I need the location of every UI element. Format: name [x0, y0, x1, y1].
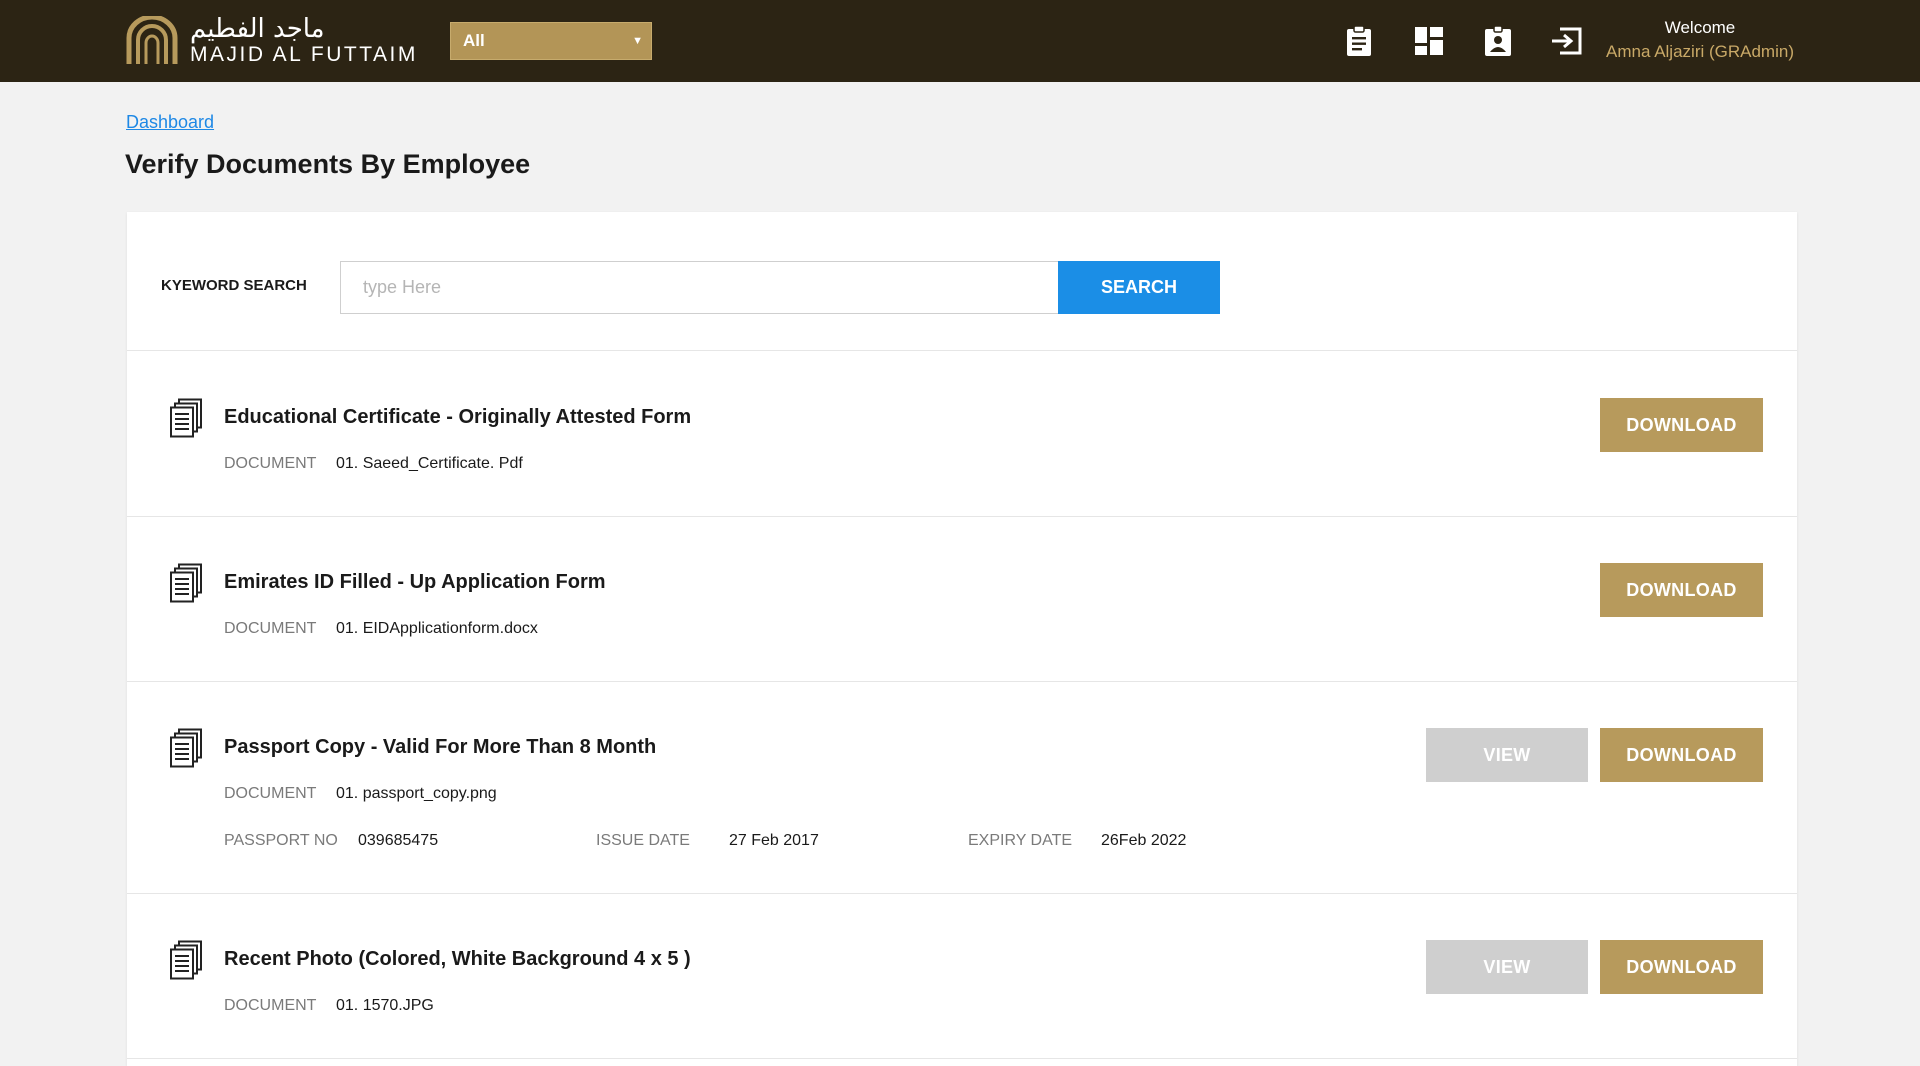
document-row: Educational Certificate - Originally Att…: [127, 352, 1797, 517]
document-file-name[interactable]: 01. 1570.JPG: [336, 997, 434, 1015]
document-title: Passport Copy - Valid For More Than 8 Mo…: [224, 736, 657, 758]
document-stack-icon: [169, 940, 203, 980]
document-row: Passport Copy - Valid For More Than 8 Mo…: [127, 682, 1797, 894]
search-button[interactable]: SEARCH: [1058, 261, 1220, 314]
document-stack-icon: [169, 398, 203, 438]
top-header: ماجد الفطيم MAJID AL FUTTAIM All ▼ Welco…: [0, 0, 1920, 82]
page-title: Verify Documents By Employee: [125, 149, 531, 179]
download-button[interactable]: DOWNLOAD: [1600, 728, 1763, 782]
view-button[interactable]: VIEW: [1426, 728, 1588, 782]
logo-arabic-text: ماجد الفطيم: [190, 14, 325, 44]
view-button[interactable]: VIEW: [1426, 940, 1588, 994]
documents-card: KYEWORD SEARCH SEARCH Educational Certif…: [127, 212, 1797, 1066]
company-logo[interactable]: ماجد الفطيم MAJID AL FUTTAIM: [126, 10, 418, 72]
document-row: Emirates ID Filled - Up Application Form…: [127, 517, 1797, 682]
expiry-date-label: EXPIRY DATE: [968, 832, 1073, 849]
download-button[interactable]: DOWNLOAD: [1600, 398, 1763, 452]
search-label: KYEWORD SEARCH: [161, 277, 307, 294]
download-button[interactable]: DOWNLOAD: [1600, 563, 1763, 617]
keyword-search-bar: KYEWORD SEARCH SEARCH: [127, 212, 1797, 351]
document-label: DOCUMENT: [224, 785, 317, 802]
document-label: DOCUMENT: [224, 455, 317, 472]
document-stack-icon: [169, 728, 203, 768]
document-file-name[interactable]: 01. Saeed_Certificate. Pdf: [336, 455, 523, 473]
id-badge-icon[interactable]: [1481, 24, 1515, 58]
clipboard-icon[interactable]: [1342, 24, 1376, 58]
passport-no-label: PASSPORT NO: [224, 832, 338, 849]
document-file-name[interactable]: 01. passport_copy.png: [336, 785, 497, 803]
user-name: Amna Aljaziri (GRAdmin): [1606, 42, 1794, 61]
search-input[interactable]: [340, 261, 1060, 314]
expiry-date-value: 26Feb 2022: [1101, 832, 1187, 849]
document-file-name[interactable]: 01. EIDApplicationform.docx: [336, 620, 538, 638]
logo-english-text: MAJID AL FUTTAIM: [190, 43, 418, 66]
welcome-label: Welcome: [1664, 18, 1736, 37]
document-title: Recent Photo (Colored, White Background …: [224, 948, 691, 970]
passport-no-value: 039685475: [358, 832, 439, 849]
sign-out-icon[interactable]: [1550, 24, 1584, 58]
document-label: DOCUMENT: [224, 620, 317, 637]
issue-date-value: 27 Feb 2017: [729, 832, 819, 849]
breadcrumb-dashboard-link[interactable]: Dashboard: [126, 112, 214, 133]
chevron-down-icon: ▼: [632, 35, 643, 47]
document-row: Recent Photo (Colored, White Background …: [127, 894, 1797, 1059]
document-title: Emirates ID Filled - Up Application Form: [224, 571, 606, 593]
scope-dropdown[interactable]: All ▼: [450, 22, 652, 60]
user-welcome[interactable]: Welcome Amna Aljaziri (GRAdmin): [1590, 16, 1810, 64]
document-title: Educational Certificate - Originally Att…: [224, 406, 692, 428]
scope-dropdown-value: All: [463, 31, 485, 50]
download-button[interactable]: DOWNLOAD: [1600, 940, 1763, 994]
issue-date-label: ISSUE DATE: [596, 832, 690, 849]
document-label: DOCUMENT: [224, 997, 317, 1014]
logo-arch-icon: [126, 14, 178, 66]
dashboard-grid-icon[interactable]: [1412, 24, 1446, 58]
document-stack-icon: [169, 563, 203, 603]
